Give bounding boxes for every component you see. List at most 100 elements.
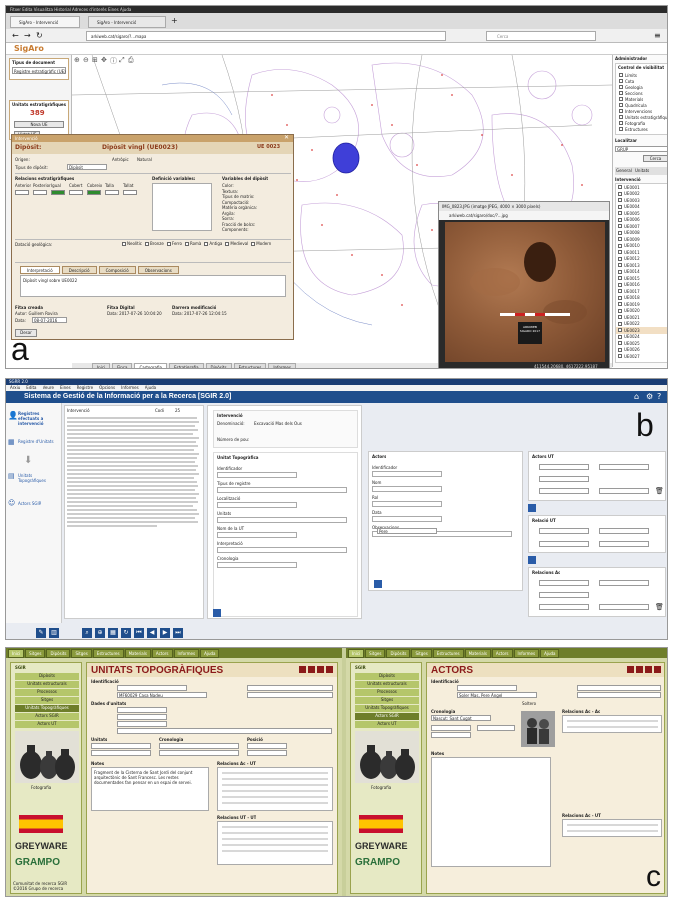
c-top-tab[interactable]: Estructures xyxy=(432,648,464,658)
dialog-tab[interactable]: Composició xyxy=(98,266,136,274)
b-topo-field-input[interactable] xyxy=(217,517,347,523)
next-icon[interactable]: ▶ xyxy=(160,628,170,638)
c-left-field-b[interactable] xyxy=(117,714,167,720)
c-top-tab[interactable]: Sitges xyxy=(71,648,92,658)
c-menu-item[interactable]: Processos xyxy=(355,689,419,696)
relation-swatch[interactable] xyxy=(15,190,29,195)
period-checkbox[interactable] xyxy=(184,241,189,246)
c-left-id-field[interactable] xyxy=(117,685,187,691)
relation-swatch[interactable] xyxy=(87,190,101,195)
last-icon[interactable]: ⏭ xyxy=(173,628,183,638)
c-top-tab[interactable]: Ajuda xyxy=(200,648,220,658)
c-left-field-r1[interactable] xyxy=(247,685,333,691)
c-menu-item[interactable]: Sitges xyxy=(15,697,79,704)
c-left-btn-next[interactable] xyxy=(308,666,315,673)
b-actor-save-icon[interactable] xyxy=(374,580,382,588)
ue-checkbox[interactable] xyxy=(618,341,622,346)
ue-checkbox[interactable] xyxy=(618,250,622,255)
layer-checkbox[interactable] xyxy=(619,115,623,119)
period-option[interactable]: Antiga xyxy=(204,241,222,246)
c-menu-item[interactable]: Actors SGIR xyxy=(355,713,419,720)
help-icon[interactable]: ? xyxy=(657,392,661,401)
b-actor-name-field[interactable]: Pere xyxy=(377,528,437,534)
ue-checkbox[interactable] xyxy=(618,263,622,268)
relation-swatch[interactable] xyxy=(69,190,83,195)
bottom-tab[interactable]: Dipòsits xyxy=(205,363,232,368)
ue-checkbox[interactable] xyxy=(618,334,622,339)
zoom-box-icon[interactable]: ⊞ xyxy=(92,56,98,64)
c-top-tab[interactable]: Informes xyxy=(513,648,540,658)
origin-anthropic[interactable]: Antròpic xyxy=(112,157,129,162)
relation-swatch[interactable] xyxy=(51,190,65,195)
reload-icon[interactable]: ↻ xyxy=(36,31,43,40)
c-top-tab[interactable]: Inici xyxy=(348,648,365,658)
layer-checkbox[interactable] xyxy=(619,127,623,131)
prev-icon[interactable]: ◀ xyxy=(147,628,157,638)
b-rel-save-2[interactable] xyxy=(528,556,536,564)
pan-icon[interactable]: ✥ xyxy=(101,56,107,64)
url-bar[interactable]: arkiweb.cat/sigaro/?...mapa xyxy=(86,31,446,41)
type-select[interactable]: Dipòsit xyxy=(67,164,107,170)
first-icon[interactable]: ⏮ xyxy=(134,628,144,638)
ue-checkbox[interactable] xyxy=(618,321,622,326)
b-rel1-field-d[interactable] xyxy=(539,488,589,494)
b-rel3-field-c[interactable] xyxy=(539,592,589,598)
layer-checkbox[interactable] xyxy=(619,97,623,101)
ue-checkbox[interactable] xyxy=(618,269,622,274)
back-icon[interactable]: ← xyxy=(12,31,19,40)
zoom-out-icon[interactable]: ⊖ xyxy=(83,56,89,64)
info-icon[interactable]: ⓘ xyxy=(110,56,117,66)
c-right-cron-f3[interactable] xyxy=(431,732,471,738)
b-rel1-field-a[interactable] xyxy=(539,464,589,470)
ue-checkbox[interactable] xyxy=(618,308,622,313)
print-icon[interactable]: ⎙ xyxy=(128,56,134,65)
bottom-tab[interactable]: Inici xyxy=(92,363,111,368)
c-left-notes-box[interactable]: Fragment de la Cisterna de Sant Jordi de… xyxy=(91,767,209,811)
c-menu-item[interactable]: Actors UT xyxy=(355,721,419,728)
period-checkbox[interactable] xyxy=(204,241,209,246)
period-checkbox[interactable] xyxy=(122,241,126,246)
c-left-f-u1[interactable] xyxy=(91,743,151,749)
locator-search-button[interactable]: Cerca xyxy=(643,155,667,162)
c-left-btn-prev[interactable] xyxy=(299,666,306,673)
new-tab-icon[interactable]: + xyxy=(171,16,178,25)
b-rel-save-1[interactable] xyxy=(528,504,536,512)
c-top-tab[interactable]: Sitges xyxy=(365,648,386,658)
period-option[interactable]: Ferro xyxy=(166,241,182,246)
b-rel2-field-c[interactable] xyxy=(539,541,589,547)
b-rel1-field-e[interactable] xyxy=(599,488,649,494)
c-left-f-c1[interactable] xyxy=(159,743,239,749)
period-option[interactable]: Bronze xyxy=(145,241,164,246)
definition-box[interactable] xyxy=(152,183,212,231)
c-menu-item[interactable]: Unitats Topogràfiques xyxy=(15,705,79,712)
c-top-tab[interactable]: Ajuda xyxy=(540,648,560,658)
c-right-id-field[interactable] xyxy=(457,685,517,691)
relation-swatch[interactable] xyxy=(123,190,137,195)
c-top-tab[interactable]: Informes xyxy=(173,648,200,658)
bottom-tab[interactable]: Cartografia xyxy=(134,363,167,368)
forward-icon[interactable]: → xyxy=(24,31,31,40)
doc-type-select[interactable]: Registre estratigràfic (UE) xyxy=(12,67,66,74)
period-option[interactable]: Medieval xyxy=(225,241,248,246)
close-icon[interactable]: ✕ xyxy=(284,134,289,141)
search-icon[interactable]: ⌕ xyxy=(82,628,92,638)
list-tab-general[interactable]: General xyxy=(616,168,632,173)
locator-input[interactable]: GRUP xyxy=(615,146,667,152)
list-tab-units[interactable]: Unitats xyxy=(635,168,649,173)
bottom-tab[interactable]: Estratigrafia xyxy=(168,363,204,368)
c-menu-item[interactable]: Unitats Topogràfiques xyxy=(355,705,419,712)
ue-checkbox[interactable] xyxy=(618,198,622,203)
relation-swatch[interactable] xyxy=(33,190,47,195)
grid-icon[interactable]: ▦ xyxy=(108,628,118,638)
b-rel3-field-a[interactable] xyxy=(539,580,589,586)
c-top-tab[interactable]: Dipòsits xyxy=(386,648,411,658)
c-top-tab[interactable]: Actors xyxy=(151,648,173,658)
relation-swatch[interactable] xyxy=(105,190,119,195)
layer-checkbox[interactable] xyxy=(619,79,623,83)
trash-icon[interactable]: 🗑 xyxy=(655,603,664,611)
search-input[interactable]: Cerca xyxy=(486,31,596,41)
ue-checkbox[interactable] xyxy=(618,315,622,320)
layer-checkbox[interactable] xyxy=(619,103,623,107)
b-topo-save-icon[interactable] xyxy=(213,609,221,617)
bottom-tab[interactable]: Finca xyxy=(112,363,133,368)
